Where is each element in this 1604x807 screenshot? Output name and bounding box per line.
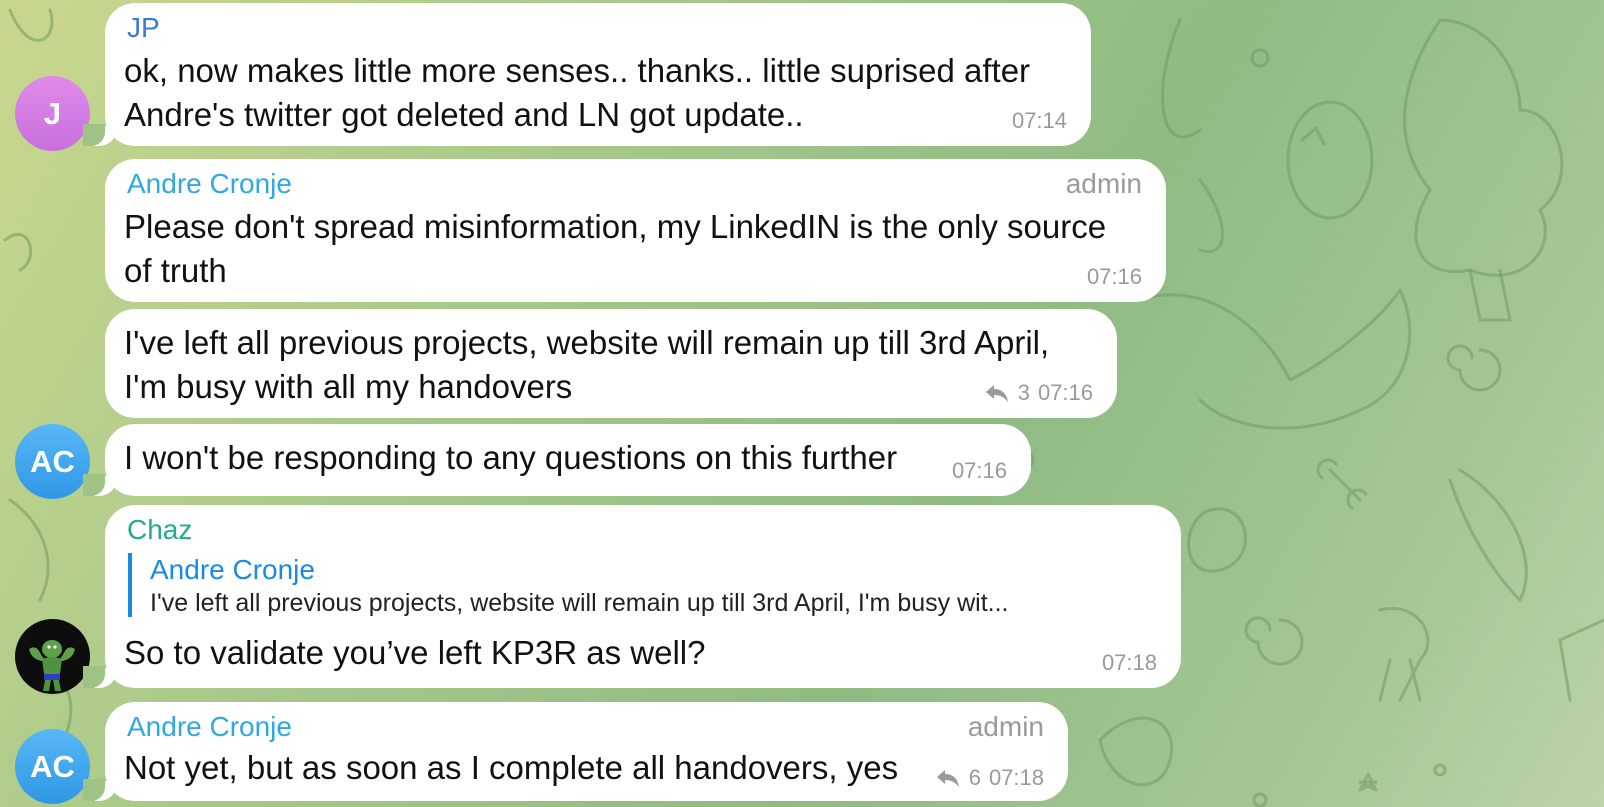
message-time: 07:16 [1037,380,1093,405]
quoted-reply-text: I've left all previous projects, website… [150,589,1009,617]
message-time: 07:18 [988,765,1044,790]
message-meta: 6 07:18 [935,765,1044,791]
sender-name[interactable]: Andre Cronje [127,167,292,201]
avatar-initials: J [43,95,62,131]
avatar-initials: AC [30,443,75,479]
message-meta: 07:18 [1102,650,1157,676]
message-time: 07:18 [1101,650,1157,675]
avatar-initials: AC [30,748,75,784]
message-text-line: I've left all previous projects, website… [124,324,1050,361]
message-meta: 07:16 [952,458,1007,484]
sender-name[interactable]: JP [127,11,160,45]
message-text-line: Not yet, but as soon as I complete all h… [124,749,899,786]
message-text-line: I'm busy with all my handovers [124,368,573,405]
message-time: 07:14 [1011,108,1067,133]
message-bubble[interactable]: Chaz Andre Cronje I've left all previous… [83,505,1181,688]
message-bubble[interactable]: Andre Cronje admin Please don't spread m… [105,159,1166,302]
avatar-andre-cronje[interactable]: AC [15,424,90,499]
message-time: 07:16 [1086,264,1142,289]
message-bubble[interactable]: JP ok, now makes little more senses.. th… [83,3,1091,146]
admin-badge: admin [1065,168,1142,199]
message-meta: 07:16 [1087,264,1142,290]
reply-count[interactable]: 6 [969,765,981,791]
message-text-line: So to validate you’ve left KP3R as well? [124,634,706,671]
message-text-line: Andre's twitter got deleted and LN got u… [124,96,804,133]
message-text-line: of truth [124,252,227,289]
message-text-line: I won't be responding to any questions o… [124,439,898,476]
quoted-reply-name: Andre Cronje [150,554,315,585]
pepe-flexing-icon [29,640,75,691]
message-text-line: Please don't spread misinformation, my L… [124,208,1107,245]
message-text-line: ok, now makes little more senses.. thank… [124,52,1031,89]
avatar-jp[interactable]: J [15,76,90,151]
reply-arrow-icon[interactable] [935,768,961,788]
quoted-reply[interactable]: Andre Cronje I've left all previous proj… [128,553,1159,617]
reply-count[interactable]: 3 [1018,380,1030,406]
message-bubble[interactable]: I won't be responding to any questions o… [83,424,1031,496]
pepe-flexing-avatar-icon[interactable] [15,619,90,694]
admin-badge: admin [967,711,1044,742]
message-time: 07:16 [951,458,1007,483]
message-bubble[interactable]: Andre Cronje admin Not yet, but as soon … [83,702,1068,801]
sender-name[interactable]: Chaz [127,513,192,547]
message-meta: 3 07:16 [984,380,1093,406]
avatar-andre-cronje[interactable]: AC [15,729,90,804]
message-meta: 07:14 [1012,108,1067,134]
sender-name[interactable]: Andre Cronje [127,710,292,744]
reply-arrow-icon[interactable] [984,383,1010,403]
message-bubble[interactable]: I've left all previous projects, website… [105,309,1117,418]
